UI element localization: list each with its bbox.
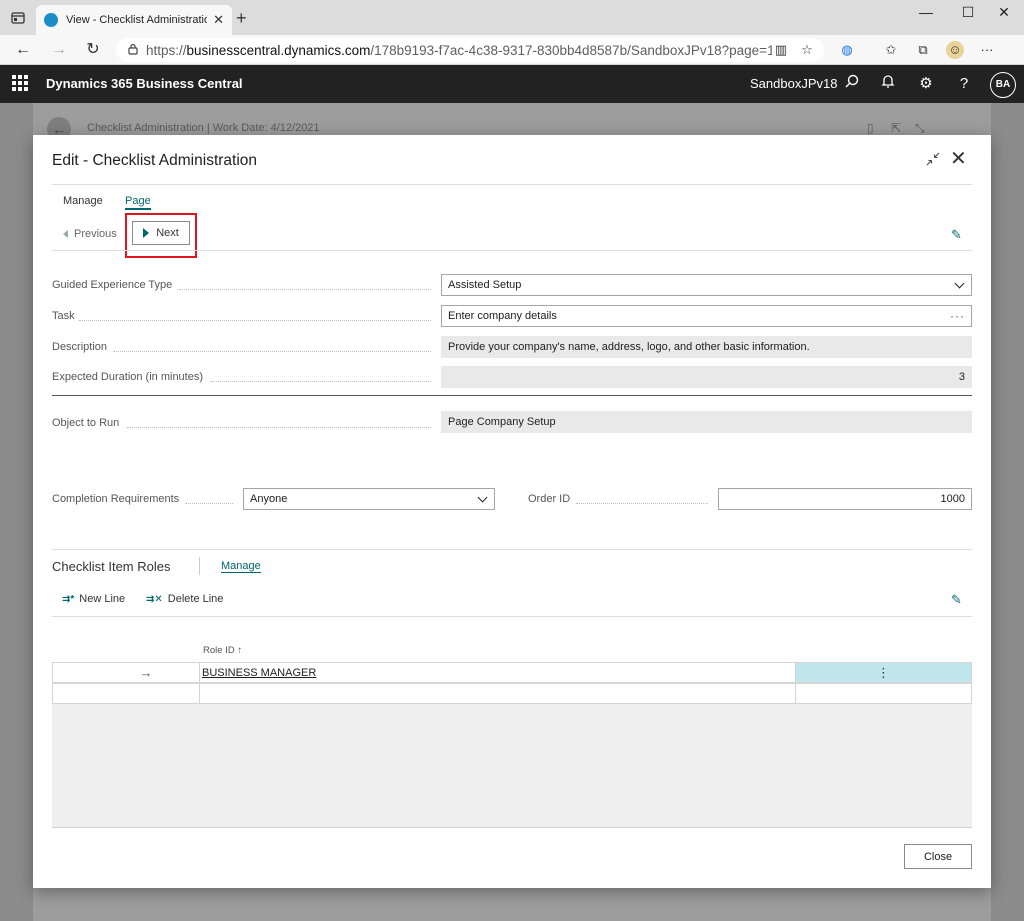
tab-close-icon[interactable]: ✕ [213,12,224,28]
menu-tab-manage[interactable]: Manage [63,195,103,207]
notifications-bell-icon[interactable] [878,74,898,94]
pin-actions-icon[interactable]: ✎ [951,227,962,243]
previous-label: Previous [74,228,117,240]
profile-icon[interactable]: ☺ [946,41,964,59]
menu-tab-page[interactable]: Page [125,195,151,210]
background-bookmark-icon: ▯ [867,121,874,135]
browser-address-bar: ← → ↻ https://businesscentral.dynamics.c… [0,35,1024,65]
tab-actions-icon[interactable] [10,10,26,26]
favorite-star-icon[interactable]: ☆ [798,41,816,59]
divider [52,616,972,617]
minimize-icon[interactable]: — [916,4,936,20]
url-field[interactable]: https://businesscentral.dynamics.com/178… [116,38,824,62]
roles-grid: → BUSINESS MANAGER ⋮ [52,662,972,828]
delete-line-button[interactable]: ⇉✕ Delete Line [146,593,223,605]
edit-dialog: Edit - Checklist Administration ✕ Manage… [33,135,991,888]
divider [52,184,972,185]
lookup-ellipsis-icon[interactable]: ··· [950,309,965,323]
part-separator [199,557,200,575]
row-actions-empty [796,684,971,703]
expected-duration-label: Expected Duration (in minutes) [52,371,204,383]
window-close-icon[interactable]: ✕ [994,4,1014,21]
previous-arrow-icon [63,230,68,238]
previous-button[interactable]: Previous [63,228,117,240]
divider [52,250,972,251]
favorites-icon[interactable]: ✩ [882,41,900,59]
back-icon[interactable]: ← [12,39,34,61]
new-line-label: New Line [79,593,126,605]
divider [52,395,972,396]
object-to-run-field: Page Company Setup [441,411,972,433]
description-label: Description [52,341,108,353]
label-leader [79,320,431,321]
bc-favicon-icon [44,13,58,27]
lock-icon [128,43,138,58]
settings-gear-icon[interactable]: ⚙ [916,74,936,94]
divider [52,549,972,550]
maximize-icon[interactable]: ☐ [958,4,978,21]
immersive-reader-icon[interactable]: ▥ [772,41,790,59]
delete-line-label: Delete Line [167,593,224,605]
description-field: Provide your company's name, address, lo… [441,336,972,358]
label-leader [211,381,431,382]
background-collapse-icon: ⤡ [915,121,925,135]
table-row-empty[interactable] [52,683,972,704]
order-id-input[interactable]: 1000 [718,488,972,510]
label-leader [576,503,708,504]
browser-tab[interactable]: View - Checklist Administration ✕ [36,5,232,35]
role-id-cell[interactable]: BUSINESS MANAGER [201,663,796,682]
completion-requirements-select[interactable]: Anyone [243,488,495,510]
completion-requirements-label: Completion Requirements [52,493,180,505]
refresh-icon[interactable]: ↻ [82,39,104,61]
background-open-new-icon: ⇱ [891,121,902,135]
delete-line-icon: ⇉✕ [146,593,163,605]
new-line-button[interactable]: ⇉* New Line [62,593,125,605]
tab-title: View - Checklist Administration [66,14,208,26]
guided-experience-type-label: Guided Experience Type [52,279,173,291]
user-avatar[interactable]: BA [990,72,1016,98]
table-row[interactable]: → BUSINESS MANAGER ⋮ [52,662,972,683]
label-leader [179,289,431,290]
background-page-title: Checklist Administration | Work Date: 4/… [87,122,320,134]
task-input[interactable]: Enter company details ··· [441,305,972,327]
new-tab-icon[interactable]: + [236,8,247,29]
new-line-icon: ⇉* [62,593,75,605]
extension-globe-icon[interactable]: ◍ [838,41,856,59]
search-icon[interactable] [842,74,862,94]
label-leader [113,351,431,352]
app-launcher-icon[interactable] [12,75,28,91]
order-id-label: Order ID [528,493,571,505]
close-button[interactable]: Close [904,844,972,869]
roles-part-title: Checklist Item Roles [52,559,171,574]
app-header: Dynamics 365 Business Central SandboxJPv… [0,65,1024,103]
row-selector[interactable] [53,684,200,703]
chevron-down-icon [954,278,965,288]
url-text: https://businesscentral.dynamics.com/178… [146,42,772,58]
expected-duration-field: 3 [441,366,972,388]
more-menu-icon[interactable]: ··· [978,41,996,59]
column-header-role-id[interactable]: Role ID ↑ [203,645,242,656]
chevron-down-icon [477,492,488,502]
collections-icon[interactable]: ⧉ [914,41,932,59]
role-id-link[interactable]: BUSINESS MANAGER [202,667,316,679]
app-title: Dynamics 365 Business Central [46,76,243,91]
collapse-icon[interactable] [926,152,940,169]
forward-icon[interactable]: → [48,39,70,61]
guided-experience-type-select[interactable]: Assisted Setup [441,274,972,296]
help-icon[interactable]: ? [954,74,974,94]
row-selector-arrow-icon[interactable]: → [53,663,200,682]
label-leader [185,503,233,504]
next-highlight-annotation [125,213,197,258]
pin-part-actions-icon[interactable]: ✎ [951,592,962,608]
object-to-run-label: Object to Run [52,417,120,429]
browser-tab-bar: View - Checklist Administration ✕ + — ☐ … [0,0,1024,35]
roles-manage-tab[interactable]: Manage [221,560,261,573]
dialog-title: Edit - Checklist Administration [52,152,258,169]
dialog-close-icon[interactable]: ✕ [950,147,967,171]
label-leader [127,427,431,428]
row-actions-icon[interactable]: ⋮ [796,663,971,682]
environment-name[interactable]: SandboxJPv18 [750,76,837,91]
task-label: Task [52,310,75,322]
role-id-cell-empty[interactable] [201,684,796,703]
